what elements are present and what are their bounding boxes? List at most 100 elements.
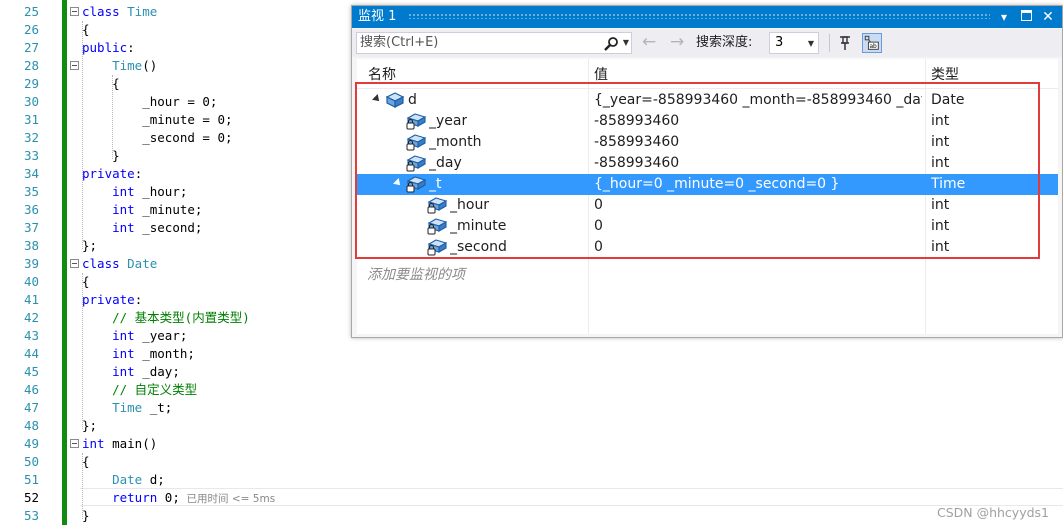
code-line[interactable]: _minute = 0;: [82, 111, 233, 129]
code-line[interactable]: {: [82, 453, 90, 471]
code-line[interactable]: class Time: [82, 3, 157, 21]
private-field-icon: [406, 154, 427, 172]
watch-row-value[interactable]: 0: [594, 239, 922, 256]
watch-row-type: int: [931, 134, 950, 150]
code-line[interactable]: _second = 0;: [82, 129, 232, 147]
code-line[interactable]: {: [82, 21, 90, 39]
code-line[interactable]: return 0; 已用时间 <= 5ms: [82, 489, 275, 507]
line-number: 30: [23, 94, 39, 109]
watch-window[interactable]: 监视 1 ▾ ✕ 搜索(Ctrl+E) ▼ ← → 搜索深度: 3 ▼ ab 名…: [351, 5, 1063, 338]
code-token: Time: [112, 400, 143, 415]
watch-row[interactable]: d {_year=-858993460 _month=-858993460 _da…: [357, 90, 1058, 111]
column-header-value[interactable]: 值: [594, 67, 608, 83]
line-number: 26: [23, 22, 39, 37]
search-icon[interactable]: [603, 36, 619, 52]
watch-row[interactable]: _second 0 int: [357, 237, 1058, 258]
code-line[interactable]: // 基本类型(内置类型): [82, 309, 250, 327]
code-line[interactable]: _hour = 0;: [82, 93, 217, 111]
code-line[interactable]: };: [82, 417, 97, 435]
search-input[interactable]: 搜索(Ctrl+E): [360, 35, 438, 51]
watch-row-value[interactable]: -858993460: [594, 155, 922, 172]
code-line[interactable]: Date d;: [82, 471, 165, 489]
watch-row-value[interactable]: 0: [594, 218, 922, 235]
close-icon[interactable]: ✕: [1040, 9, 1056, 25]
code-token: Date: [127, 256, 158, 271]
code-line[interactable]: }: [82, 507, 90, 525]
collapse-toggle-icon[interactable]: [70, 439, 79, 448]
add-watch-placeholder[interactable]: 添加要监视的项: [367, 264, 465, 284]
line-number: 28: [23, 58, 39, 73]
private-field-icon: [427, 217, 448, 235]
watch-title: 监视 1: [358, 9, 397, 24]
watch-row[interactable]: _hour 0 int: [357, 195, 1058, 216]
hex-display-toggle-icon[interactable]: ab: [862, 33, 882, 53]
column-header-name[interactable]: 名称: [368, 67, 396, 83]
watch-row[interactable]: _month -858993460 int: [357, 132, 1058, 153]
search-depth-select[interactable]: 3 ▼: [769, 32, 819, 54]
code-line[interactable]: Time _t;: [82, 399, 172, 417]
code-token: {: [82, 454, 90, 469]
collapse-toggle-icon[interactable]: [70, 7, 79, 16]
expand-toggle-icon[interactable]: [372, 94, 382, 104]
code-token: };: [82, 418, 98, 433]
column-header-type[interactable]: 类型: [931, 67, 959, 83]
pin-icon[interactable]: [836, 33, 856, 53]
search-options-dropdown-icon[interactable]: ▼: [623, 38, 629, 47]
window-menu-dropdown-icon[interactable]: ▾: [996, 9, 1012, 25]
code-line[interactable]: {: [82, 75, 120, 93]
code-line[interactable]: public:: [82, 39, 135, 57]
watch-row[interactable]: _year -858993460 int: [357, 111, 1058, 132]
code-line[interactable]: int main(): [82, 435, 157, 453]
watch-title-bar[interactable]: 监视 1 ▾ ✕: [352, 6, 1062, 28]
code-line[interactable]: }: [82, 147, 120, 165]
grid-header: 名称 值 类型: [357, 59, 1058, 89]
code-line[interactable]: int _hour;: [82, 183, 187, 201]
code-line[interactable]: // 自定义类型: [82, 381, 197, 399]
watch-row-type: int: [931, 239, 950, 255]
code-line[interactable]: private:: [82, 291, 142, 309]
watch-row[interactable]: _minute 0 int: [357, 216, 1058, 237]
search-next-icon[interactable]: →: [670, 33, 684, 51]
code-token: return: [112, 490, 158, 505]
collapse-toggle-icon[interactable]: [70, 259, 79, 268]
line-number: 51: [23, 472, 39, 487]
watch-row-value[interactable]: -858993460: [594, 134, 922, 151]
watch-row-value[interactable]: 0: [594, 197, 922, 214]
code-line[interactable]: private:: [82, 165, 142, 183]
code-line[interactable]: Time(): [82, 57, 157, 75]
code-line[interactable]: int _month;: [82, 345, 195, 363]
search-previous-icon[interactable]: ←: [642, 33, 656, 51]
line-number: 33: [23, 148, 39, 163]
code-line[interactable]: {: [82, 273, 90, 291]
code-line[interactable]: class Date: [82, 255, 157, 273]
watch-row-value[interactable]: {_hour=0 _minute=0 _second=0 }: [594, 176, 922, 193]
code-token: _minute = 0;: [82, 112, 233, 127]
code-line[interactable]: int _year;: [82, 327, 187, 345]
line-number: 40: [23, 274, 39, 289]
line-number: 42: [23, 310, 39, 325]
code-token: };: [82, 238, 98, 253]
code-token: Date: [112, 472, 143, 487]
watch-row-value[interactable]: -858993460: [594, 113, 922, 130]
search-box[interactable]: 搜索(Ctrl+E) ▼: [356, 32, 632, 54]
expand-toggle-icon[interactable]: [393, 178, 403, 188]
indent-guide: [82, 21, 83, 249]
private-field-icon: [406, 175, 427, 193]
code-line[interactable]: int _day;: [82, 363, 180, 381]
code-token: }: [82, 148, 120, 163]
code-line[interactable]: int _second;: [82, 219, 202, 237]
watch-row[interactable]: _t {_hour=0 _minute=0 _second=0 } Time: [357, 174, 1058, 195]
watch-row[interactable]: _day -858993460 int: [357, 153, 1058, 174]
watch-grid[interactable]: 名称 值 类型 d {_year=-858993460 _month=-85899…: [357, 59, 1058, 334]
collapse-toggle-icon[interactable]: [70, 61, 79, 70]
line-number: 41: [23, 292, 39, 307]
code-line[interactable]: int _minute;: [82, 201, 202, 219]
maximize-icon[interactable]: [1018, 9, 1034, 25]
code-line[interactable]: };: [82, 237, 97, 255]
title-grip[interactable]: [408, 13, 990, 19]
watch-row-value[interactable]: {_year=-858993460 _month=-858993460 _day…: [594, 92, 922, 109]
